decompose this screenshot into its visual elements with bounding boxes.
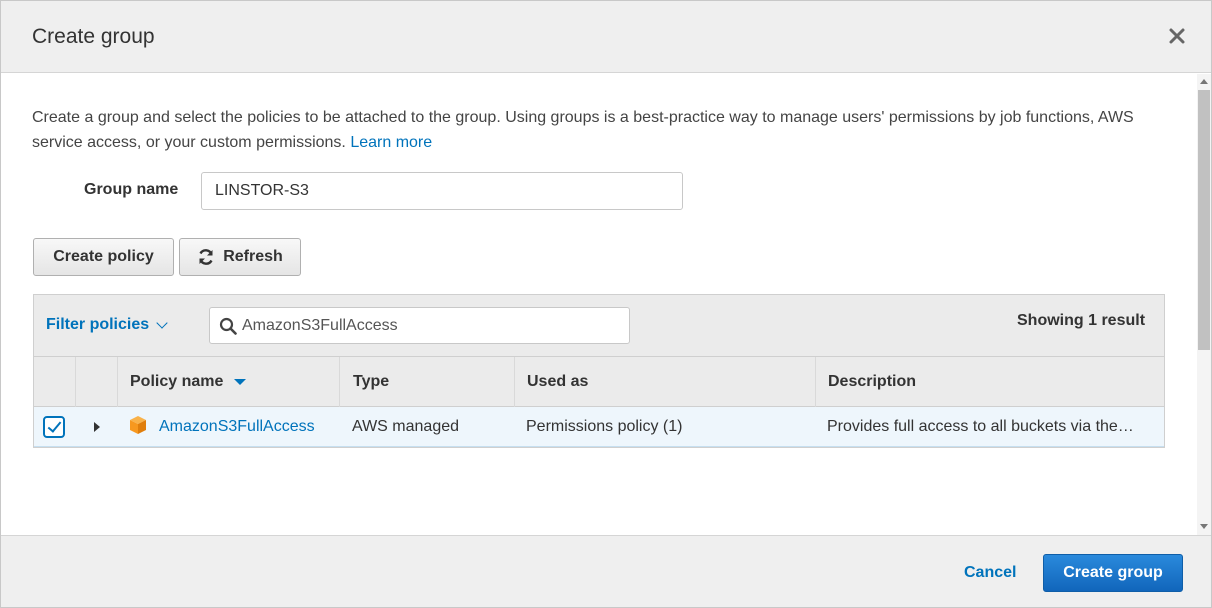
- used-as-cell: Permissions policy (1): [526, 418, 683, 435]
- create-policy-button[interactable]: Create policy: [33, 238, 174, 276]
- dialog-footer: Cancel Create group: [1, 535, 1211, 607]
- filter-policies-dropdown[interactable]: Filter policies: [46, 316, 168, 334]
- search-box[interactable]: [209, 307, 630, 344]
- type-cell: AWS managed: [352, 418, 460, 435]
- column-policy-name-label: Policy name: [130, 373, 224, 390]
- scrollbar-thumb[interactable]: [1198, 90, 1210, 350]
- create-group-dialog: Create group Create a group and select t…: [0, 0, 1212, 608]
- create-group-label: Create group: [1063, 564, 1163, 581]
- refresh-button[interactable]: Refresh: [179, 238, 301, 276]
- scroll-down-icon[interactable]: [1200, 524, 1208, 529]
- column-used-as-label: Used as: [527, 373, 589, 390]
- column-policy-name[interactable]: Policy name: [118, 357, 340, 407]
- policies-table: Filter policies Showing 1 result Policy …: [33, 294, 1165, 448]
- intro-description: Create a group and select the policies t…: [32, 109, 1134, 151]
- row-checkbox[interactable]: [43, 416, 65, 438]
- policy-icon: [130, 416, 146, 434]
- create-group-button[interactable]: Create group: [1043, 554, 1183, 592]
- dialog-header: Create group: [1, 1, 1211, 73]
- sort-desc-icon: [234, 379, 247, 385]
- intro-text: Create a group and select the policies t…: [32, 105, 1172, 155]
- learn-more-link[interactable]: Learn more: [350, 134, 432, 151]
- policy-name-cell: AmazonS3FullAccess: [159, 407, 339, 447]
- column-description-label: Description: [828, 373, 917, 390]
- filter-bar: Filter policies Showing 1 result: [34, 295, 1164, 357]
- column-used-as[interactable]: Used as: [515, 357, 816, 407]
- column-type[interactable]: Type: [340, 357, 515, 407]
- expand-row-icon[interactable]: [94, 422, 100, 432]
- column-type-label: Type: [353, 373, 390, 390]
- search-input[interactable]: [242, 314, 622, 338]
- table-header: Policy name Type Used as Description: [34, 357, 1164, 407]
- group-name-label: Group name: [84, 181, 179, 198]
- result-count: Showing 1 result: [1017, 312, 1146, 329]
- header-select-cell: [34, 357, 76, 407]
- create-policy-label: Create policy: [53, 248, 154, 265]
- dialog-title: Create group: [32, 25, 155, 48]
- description-cell: Provides full access to all buckets via …: [827, 418, 1134, 435]
- refresh-icon: [199, 249, 213, 265]
- policy-name-link[interactable]: AmazonS3FullAccess: [159, 418, 315, 436]
- table-row[interactable]: AmazonS3FullAccess AWS managed Permissio…: [34, 407, 1164, 447]
- close-icon[interactable]: [1168, 27, 1186, 45]
- search-icon: [219, 317, 237, 335]
- refresh-label: Refresh: [223, 248, 283, 265]
- scrollbar[interactable]: [1197, 74, 1211, 535]
- column-description[interactable]: Description: [816, 357, 1164, 407]
- dialog-body: Create a group and select the policies t…: [1, 74, 1197, 535]
- filter-policies-label: Filter policies: [46, 316, 150, 333]
- cancel-button[interactable]: Cancel: [964, 564, 1016, 582]
- chevron-down-icon: [156, 317, 168, 329]
- header-expand-cell: [76, 357, 118, 407]
- scroll-up-icon[interactable]: [1200, 79, 1208, 84]
- group-name-input[interactable]: [201, 172, 683, 210]
